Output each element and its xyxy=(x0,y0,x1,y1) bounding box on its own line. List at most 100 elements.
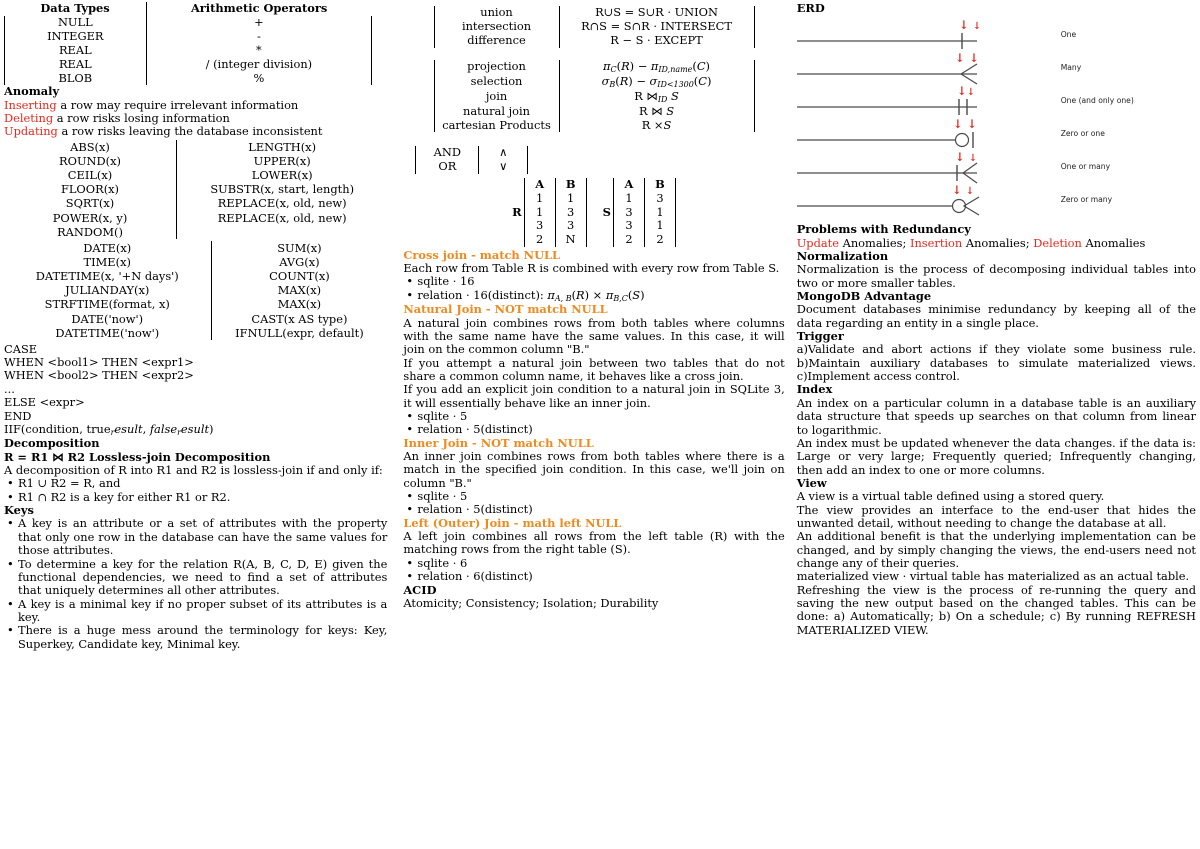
relation-s-table: A B 13 31 31 22 xyxy=(612,178,676,247)
iif-mid: esult xyxy=(180,421,210,436)
table-row: join R ⋈ID S xyxy=(433,89,755,105)
crowsfoot-zero-or-many-icon xyxy=(796,196,979,216)
table-row: 2N xyxy=(523,232,587,247)
relation-r-table: A B 11 13 33 2N xyxy=(523,178,587,247)
function-name: FLOOR(x) xyxy=(60,182,120,197)
function-name: TIME(x) xyxy=(83,254,131,269)
table-row: difference R − S · EXCEPT xyxy=(433,33,755,48)
view-body: The view provides an interface to the en… xyxy=(796,502,1196,530)
list-item: A key is a minimal key if no proper subs… xyxy=(7,597,387,625)
erd-symbol-zero-or-one: ↓ ↓ xyxy=(796,117,1047,151)
natural-join-heading: Natural Join - NOT match NULL xyxy=(403,302,608,317)
table-row: 31 xyxy=(612,205,676,220)
table-row: 13 xyxy=(523,205,587,220)
function-name: DATE(x) xyxy=(83,240,132,255)
function-name: IFNULL(expr, default) xyxy=(235,325,364,340)
table-row: cartesian Products R ×S xyxy=(433,118,755,133)
function-name: LOWER(x) xyxy=(251,168,313,183)
anomaly-heading: Anomaly xyxy=(4,84,60,99)
erd-label: Zero or one xyxy=(1060,129,1105,139)
redundancy-text: Anomalies; xyxy=(838,235,910,250)
list-item: sqlite · 6 xyxy=(406,556,784,571)
operator: + xyxy=(145,15,372,30)
inner-join-body: An inner join combines rows from both ta… xyxy=(403,449,785,490)
bullet-prefix: relation · 16(distinct): xyxy=(417,287,548,302)
redundancy-text: Anomalies xyxy=(1081,235,1146,250)
mongodb-body: Document databases minimise redundancy b… xyxy=(796,302,1196,330)
function-name: DATETIME('now') xyxy=(55,325,160,340)
list-item: sqlite · 5 xyxy=(406,409,784,424)
cell: 1 xyxy=(643,205,676,220)
data-type: REAL xyxy=(4,57,147,72)
erd-symbol-one: ↓ ↓ xyxy=(796,19,1047,52)
cell: 1 xyxy=(523,191,556,206)
decomposition-formula: R = R1 ⋈ R2 Lossless-join Decomposition xyxy=(4,449,271,464)
cheatsheet-page: Data Types Arithmetic Operators NULL + I… xyxy=(0,0,1200,849)
rel-op-name: selection xyxy=(433,74,560,90)
operator: / (integer division) xyxy=(145,57,372,72)
view-heading: View xyxy=(796,475,827,490)
erd-label: One or many xyxy=(1060,162,1111,172)
case-line: ELSE <expr> xyxy=(4,395,85,410)
cell: 1 xyxy=(523,205,556,220)
date-functions-cell: DATE(x) TIME(x) DATETIME(x, '+N days') J… xyxy=(4,241,211,340)
view-body: materialized view · virtual table has ma… xyxy=(796,569,1190,584)
logic-name: AND xyxy=(415,146,479,161)
crowsfoot-one-icon xyxy=(796,33,977,50)
logic-name: OR xyxy=(415,159,479,175)
erd-heading: ERD xyxy=(796,1,825,15)
function-name: JULIANDAY(x) xyxy=(65,283,150,298)
crowsfoot-one-or-many-icon xyxy=(796,162,978,184)
table-header-row: A B xyxy=(612,178,676,192)
red-arrow-pair-icon: ↓↓ xyxy=(956,84,976,99)
column-header: A xyxy=(523,178,556,192)
operator: * xyxy=(145,43,372,58)
case-line: CASE xyxy=(4,341,38,356)
table-row: 11 xyxy=(523,191,587,206)
rel-op-name: cartesian Products xyxy=(433,118,560,133)
table-row: selection σB(R) − σID<1300(C) xyxy=(433,74,755,90)
red-arrow-pair-icon: ↓ ↓ xyxy=(952,117,977,132)
table-row: union R∪S = S∪R · UNION xyxy=(433,5,755,20)
list-item: relation · 5(distinct) xyxy=(406,423,784,438)
cell: 1 xyxy=(643,219,676,233)
table-row: natural join R ⋈ S xyxy=(433,104,755,119)
iif-sep: , xyxy=(142,421,150,436)
table-row: 22 xyxy=(612,232,676,247)
cell: 3 xyxy=(554,205,587,220)
rel-op-name: join xyxy=(433,89,560,105)
table-header-row: A B xyxy=(523,178,587,192)
rel-op-name: natural join xyxy=(433,104,560,119)
cell: N xyxy=(554,232,587,247)
crowsfoot-many-icon xyxy=(796,63,978,85)
column-header: A xyxy=(612,178,645,192)
list-item: relation · 6(distinct) xyxy=(406,569,784,584)
rel-op-expression: σB(R) − σID<1300(C) xyxy=(558,74,755,90)
iif-prefix: IIF(condition, true xyxy=(4,421,111,436)
function-name: MAX(x) xyxy=(277,297,322,312)
left-join-bullets: sqlite · 6 relation · 6(distinct) xyxy=(403,556,784,584)
normalization-body: Normalization is the process of decompos… xyxy=(796,262,1196,290)
list-item: relation · 5(distinct) xyxy=(406,503,784,518)
view-body: An additional benefit is that the underl… xyxy=(796,529,1196,570)
function-name: COUNT(x) xyxy=(269,269,330,284)
erd-row: ↓ ↓ Zero or one xyxy=(796,117,1196,151)
redundancy-text: Anomalies; xyxy=(962,235,1034,250)
function-name: RANDOM() xyxy=(57,224,123,239)
anomaly-line: Inserting a row may require irrelevant i… xyxy=(4,98,387,112)
function-name: SQRT(x) xyxy=(65,196,115,211)
left-join-heading: Left (Outer) Join - math left NULL xyxy=(403,515,622,530)
anomaly-keyword: Update xyxy=(796,235,839,250)
column-right: ERD ↓ ↓ One ↓ ↓ Many ↓↓ One (and only on… xyxy=(793,1,1196,849)
erd-symbol-one-and-only-one: ↓↓ xyxy=(796,84,1047,118)
iif-it: false xyxy=(149,421,178,436)
list-item: There is a huge mess around the terminol… xyxy=(7,624,387,651)
mongodb-heading: MongoDB Advantage xyxy=(796,289,932,304)
set-op-expression: R∩S = S∩R · INTERSECT xyxy=(558,19,755,34)
erd-row: ↓↓ One (and only one) xyxy=(796,84,1196,118)
logic-symbol: ∨ xyxy=(478,159,529,175)
function-name: LENGTH(x) xyxy=(248,139,317,154)
cell: 3 xyxy=(554,219,587,233)
table-row: AND ∧ xyxy=(415,146,529,161)
list-item: To determine a key for the relation R(A,… xyxy=(7,557,387,598)
